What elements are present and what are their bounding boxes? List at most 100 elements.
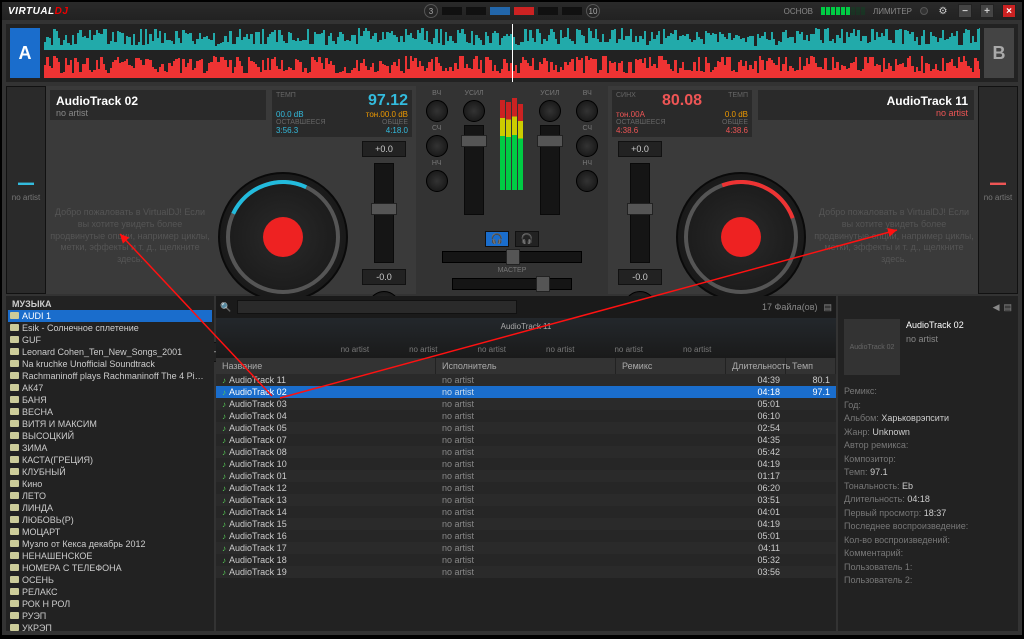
folder-root[interactable]: МУЗЫКА bbox=[8, 298, 212, 310]
table-row[interactable]: AudioTrack 12no artist06:20 bbox=[216, 482, 836, 494]
folder-item[interactable]: Na kruchke Unofficial Soundtrack bbox=[8, 358, 212, 370]
folder-item[interactable]: КЛУБНЫЙ bbox=[8, 466, 212, 478]
meter-blue bbox=[490, 7, 510, 15]
deck-a-mid-knob[interactable] bbox=[426, 135, 448, 157]
deck-b-side-tab[interactable]: ▬▬ no artist bbox=[978, 86, 1018, 294]
close-button[interactable]: × bbox=[1002, 4, 1016, 18]
deck-a-side-tab[interactable]: ▬▬ no artist bbox=[6, 86, 46, 294]
sidepanel-list-icon[interactable]: ▤ bbox=[1003, 302, 1012, 313]
table-row[interactable]: AudioTrack 08no artist05:42 bbox=[216, 446, 836, 458]
deck-a-letter[interactable]: A bbox=[10, 28, 40, 78]
deck-a-gain-knob[interactable] bbox=[463, 100, 485, 122]
view-options-icon[interactable]: ▤ bbox=[823, 302, 832, 313]
metadata-field: Тональность: Eb bbox=[844, 480, 1012, 494]
folder-item[interactable]: Esik - Солнечное сплетение bbox=[8, 322, 212, 334]
deck-a-jogwheel[interactable] bbox=[218, 172, 348, 302]
metadata-field: Последнее воспроизведение: bbox=[844, 520, 1012, 534]
folder-item[interactable]: ОСЕНЬ bbox=[8, 574, 212, 586]
table-row[interactable]: AudioTrack 02no artist04:1897.1 bbox=[216, 386, 836, 398]
table-row[interactable]: AudioTrack 13no artist03:51 bbox=[216, 494, 836, 506]
album-cover: AudioTrack 02 bbox=[844, 319, 900, 375]
deck-b-mid-knob[interactable] bbox=[576, 135, 598, 157]
mixer-panel: ВЧ СЧ НЧ УСИЛ УСИЛ ВЧ СЧ НЧ 🎧 � bbox=[416, 86, 608, 294]
folder-item[interactable]: РУЭП bbox=[8, 610, 212, 622]
deck-b-low-knob[interactable] bbox=[576, 170, 598, 192]
folder-item[interactable]: УКРЭП bbox=[8, 622, 212, 631]
folder-item[interactable]: РЕЛАКС bbox=[8, 586, 212, 598]
folder-item[interactable]: РОК Н РОЛ bbox=[8, 598, 212, 610]
deck-b-welcome-text[interactable]: Добро пожаловать в VirtualDJ! Если вы хо… bbox=[814, 207, 974, 265]
table-row[interactable]: AudioTrack 15no artist04:19 bbox=[216, 518, 836, 530]
folder-item[interactable]: ВЫСОЦКИЙ bbox=[8, 430, 212, 442]
search-input[interactable] bbox=[237, 300, 517, 314]
folder-item[interactable]: ВИТЯ И МАКСИМ bbox=[8, 418, 212, 430]
deck-a-track-artist: no artist bbox=[56, 108, 260, 118]
folder-item[interactable]: ЛЕТО bbox=[8, 490, 212, 502]
deck-b-letter[interactable]: B bbox=[984, 28, 1014, 78]
folder-item[interactable]: НЕНАШЕНСКОЕ bbox=[8, 550, 212, 562]
crossfader[interactable] bbox=[442, 251, 582, 263]
table-row[interactable]: AudioTrack 03no artist05:01 bbox=[216, 398, 836, 410]
folder-item[interactable]: ВЕСНА bbox=[8, 406, 212, 418]
table-row[interactable]: AudioTrack 07no artist04:35 bbox=[216, 434, 836, 446]
master-volume[interactable] bbox=[452, 278, 572, 290]
deck-a-low-knob[interactable] bbox=[426, 170, 448, 192]
folder-item[interactable]: ЛИНДА bbox=[8, 502, 212, 514]
search-icon[interactable]: 🔍 bbox=[220, 302, 231, 313]
maximize-button[interactable]: + bbox=[980, 4, 994, 18]
overview-waveform[interactable]: A B bbox=[6, 24, 1018, 82]
table-row[interactable]: AudioTrack 10no artist04:19 bbox=[216, 458, 836, 470]
settings-icon[interactable]: ⚙ bbox=[936, 4, 950, 18]
table-row[interactable]: AudioTrack 04no artist06:10 bbox=[216, 410, 836, 422]
folder-tree[interactable]: МУЗЫКА AUDI 1Esik - Солнечное сплетениеG… bbox=[6, 296, 214, 631]
track-table-body[interactable]: AudioTrack 11no artist04:3980.1AudioTrac… bbox=[216, 374, 836, 631]
deck-a-welcome-text[interactable]: Добро пожаловать в VirtualDJ! Если вы хо… bbox=[50, 207, 210, 265]
table-row[interactable]: AudioTrack 11no artist04:3980.1 bbox=[216, 374, 836, 386]
sidepanel-artist: no artist bbox=[906, 333, 964, 347]
side-tab-artist: no artist bbox=[12, 193, 40, 202]
folder-item[interactable]: AUDI 1 bbox=[8, 310, 212, 322]
deck-b-high-knob[interactable] bbox=[576, 100, 598, 122]
folder-item[interactable]: Кино bbox=[8, 478, 212, 490]
deck-b-pitch-slider[interactable] bbox=[630, 163, 650, 263]
folder-item[interactable]: GUF bbox=[8, 334, 212, 346]
deck-b-pitch-up[interactable]: +0.0 bbox=[618, 141, 662, 157]
deck-b-jogwheel[interactable] bbox=[676, 172, 806, 302]
table-row[interactable]: AudioTrack 05no artist02:54 bbox=[216, 422, 836, 434]
deck-a-pitch-up[interactable]: +0.0 bbox=[362, 141, 406, 157]
deck-a-pitch-slider[interactable] bbox=[374, 163, 394, 263]
table-row[interactable]: AudioTrack 17no artist04:11 bbox=[216, 542, 836, 554]
table-row[interactable]: AudioTrack 01no artist01:17 bbox=[216, 470, 836, 482]
folder-item[interactable]: Leonard Cohen_Ten_New_Songs_2001 bbox=[8, 346, 212, 358]
table-row[interactable]: AudioTrack 16no artist05:01 bbox=[216, 530, 836, 542]
deck-a-pitch-down[interactable]: -0.0 bbox=[362, 269, 406, 285]
info-strip: AudioTrack 11 no artist no artist no art… bbox=[216, 318, 836, 358]
beat-indicator-1: 3 bbox=[424, 4, 438, 18]
folder-item[interactable]: Rachmaninoff plays Rachmaninoff The 4 Pi… bbox=[8, 370, 212, 382]
deck-a-headphone-cue[interactable]: 🎧 bbox=[485, 231, 509, 247]
table-row[interactable]: AudioTrack 19no artist03:56 bbox=[216, 566, 836, 578]
meter-off-3 bbox=[538, 7, 558, 15]
folder-item[interactable]: Музло от Кекса декабрь 2012 bbox=[8, 538, 212, 550]
table-header[interactable]: Название Исполнитель Ремикс Длительность… bbox=[216, 358, 836, 374]
deck-b-headphone-cue[interactable]: 🎧 bbox=[515, 231, 539, 247]
deck-b-gain-knob[interactable] bbox=[539, 100, 561, 122]
sidepanel-prev-icon[interactable]: ◀ bbox=[993, 302, 1000, 313]
deck-a-bpm-box: ТЕМП97.12 00.0 dBтон.00.0 dB ОСТАВШЕЕСЯО… bbox=[272, 90, 412, 137]
minimize-button[interactable]: − bbox=[958, 4, 972, 18]
beat-indicator-2: 10 bbox=[586, 4, 600, 18]
table-row[interactable]: AudioTrack 18no artist05:32 bbox=[216, 554, 836, 566]
deck-b-pitch-down[interactable]: -0.0 bbox=[618, 269, 662, 285]
folder-item[interactable]: ЗИМА bbox=[8, 442, 212, 454]
folder-item[interactable]: МОЦАРТ bbox=[8, 526, 212, 538]
folder-item[interactable]: ЛЮБОВЬ(Р) bbox=[8, 514, 212, 526]
table-row[interactable]: AudioTrack 14no artist04:01 bbox=[216, 506, 836, 518]
deck-a-high-knob[interactable] bbox=[426, 100, 448, 122]
folder-item[interactable]: БАНЯ bbox=[8, 394, 212, 406]
folder-item[interactable]: НОМЕРА С ТЕЛЕФОНА bbox=[8, 562, 212, 574]
folder-item[interactable]: АК47 bbox=[8, 382, 212, 394]
deck-b-volume-slider[interactable] bbox=[540, 125, 560, 215]
deck-b-panel: СИНХ80.08ТЕМП тон.00А0.0 dB ОСТАВШЕЕСЯОБ… bbox=[608, 86, 1018, 294]
folder-item[interactable]: КАСТА(ГРЕЦИЯ) bbox=[8, 454, 212, 466]
deck-a-volume-slider[interactable] bbox=[464, 125, 484, 215]
